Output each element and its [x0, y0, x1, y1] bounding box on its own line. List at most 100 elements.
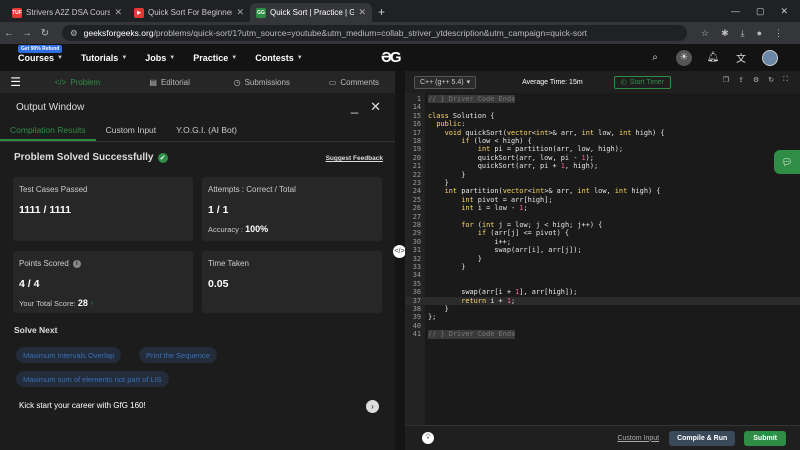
site-info-icon[interactable]: ⚙ [70, 28, 78, 39]
tab-problem[interactable]: </> Problem [31, 78, 123, 87]
tab-comments[interactable]: ▭ Comments [308, 78, 400, 87]
minimize-panel-icon[interactable]: _ [351, 99, 358, 115]
bookmark-star-icon[interactable]: ☆ [701, 28, 709, 39]
code-line[interactable]: 29 if (arr[j] <= pivot) { [405, 229, 800, 237]
browser-menu-icon[interactable]: ⋮ [774, 28, 783, 39]
line-number: 40 [412, 321, 421, 330]
downloads-icon[interactable]: ⤓ [741, 28, 745, 39]
code-line[interactable]: 41 // } Driver Code Ends [405, 330, 800, 339]
minimize-icon[interactable]: — [731, 6, 740, 16]
language-select[interactable]: C++ (g++ 5.4) ▾ [414, 75, 477, 89]
browser-tab[interactable]: TUF Strivers A2Z DSA Course/Sheet✕ [6, 3, 128, 22]
code-line[interactable]: 14 [405, 103, 800, 111]
compile-run-button[interactable]: Compile & Run [669, 430, 736, 446]
reset-icon[interactable]: ↻ [768, 76, 774, 84]
tab-compilation-results[interactable]: Compilation Results [0, 121, 96, 141]
extensions-icon[interactable]: ✱ [721, 28, 729, 39]
start-timer-button[interactable]: ◴ Start Timer [613, 75, 672, 89]
code-line[interactable]: 32 } [405, 255, 800, 263]
nav-item-courses[interactable]: Courses ▼ [18, 53, 63, 63]
line-number: 38 [412, 305, 421, 313]
close-tab-icon[interactable]: ✕ [236, 7, 244, 18]
notification-bell-icon[interactable]: 🔔︎ [706, 51, 720, 65]
code-editor[interactable]: 1 // } Driver Code Ends 14 15 class Solution… [405, 93, 800, 425]
lightbulb-icon[interactable]: 💡︎ [422, 432, 434, 444]
back-icon[interactable]: ← [0, 28, 18, 39]
nav-item-practice[interactable]: Practice ▼ [193, 53, 237, 63]
code-line[interactable]: 30 i++; [405, 238, 800, 246]
code-line[interactable]: 18 if (low < high) { [405, 137, 800, 145]
code-line[interactable]: 27 [405, 213, 800, 221]
url-field[interactable]: ⚙ geeksforgeeks.org/problems/quick-sort/… [62, 25, 687, 41]
code-line[interactable]: 34 [405, 271, 800, 279]
search-icon[interactable]: ⌕ [648, 51, 662, 65]
total-score-value: 28 [77, 298, 88, 308]
close-tab-icon[interactable]: ✕ [358, 7, 366, 18]
close-window-icon[interactable]: ✕ [780, 6, 788, 17]
suggest-feedback-link[interactable]: Suggest Feedback [326, 155, 383, 162]
suggestion-chip[interactable]: Maximum sum of elements not part of LIS [16, 371, 169, 387]
tab-submissions[interactable]: ◷ Submissions [216, 78, 308, 87]
code-line[interactable]: 23 } [405, 179, 800, 187]
profile-icon[interactable]: ● [757, 28, 762, 39]
code-line[interactable]: 17 void quickSort(vector<int>& arr, int … [405, 129, 800, 137]
code-line[interactable]: 1 // } Driver Code Ends [405, 95, 800, 104]
code-line[interactable]: 24 int partition(vector<int>& arr, int l… [405, 187, 800, 195]
code-line[interactable]: 36 swap(arr[i + 1], arr[high]); [405, 288, 800, 296]
theme-toggle-icon[interactable]: ☀ [676, 49, 692, 66]
nav-item-jobs[interactable]: Jobs ▼ [145, 53, 175, 63]
code-line[interactable]: 21 quickSort(arr, pi + 1, high); [405, 162, 800, 170]
code-line[interactable]: 16 public: [405, 120, 800, 128]
tab-custom-input[interactable]: Custom Input [96, 121, 167, 141]
code-line[interactable]: 39}; [405, 313, 800, 321]
line-number: 41 [412, 330, 421, 339]
upload-icon[interactable]: ⇪ [738, 76, 744, 84]
reload-icon[interactable]: ↻ [36, 28, 54, 39]
close-panel-icon[interactable]: ✕ [370, 99, 381, 115]
settings-gear-icon[interactable]: ⚙ [753, 76, 759, 84]
favicon-icon: GG [256, 7, 266, 18]
suggestion-chip[interactable]: Maximum Intervals Overlap [16, 347, 122, 363]
suggestion-chip[interactable]: Print the Sequence [139, 347, 217, 363]
code-line[interactable]: 31 swap(arr[i], arr[j]); [405, 246, 800, 254]
browser-tab[interactable]: ▶ Quick Sort For Beginners | Striv ✕ [128, 3, 250, 22]
hamburger-menu-icon[interactable]: ☰ [0, 75, 31, 89]
code-line[interactable]: 28 for (int j = low; j < high; j++) { [405, 221, 800, 229]
code-line[interactable]: 37 return i + 1; [405, 296, 800, 305]
maximize-icon[interactable]: ▢ [756, 6, 765, 17]
code-line[interactable]: 20 quickSort(arr, low, pi - 1); [405, 154, 800, 162]
fullscreen-icon[interactable]: ⛶ [783, 76, 788, 84]
nav-item-contests[interactable]: Contests ▼ [255, 53, 302, 63]
status-message: Problem Solved Successfully ✓ [14, 152, 168, 163]
info-icon[interactable]: i [72, 259, 81, 268]
new-tab-button[interactable]: + [378, 5, 385, 19]
tab-editorial[interactable]: ▤ Editorial [124, 78, 216, 87]
gfg-logo[interactable]: ƏG [381, 49, 402, 66]
code-line[interactable]: 38 } [405, 305, 800, 313]
forward-icon[interactable]: → [18, 28, 36, 39]
browser-tab[interactable]: GG Quick Sort | Practice | GeeksforG✕ [250, 3, 372, 22]
close-tab-icon[interactable]: ✕ [114, 7, 122, 18]
problem-tabs: ☰ </> Problem ▤ Editorial ◷ Submissions ▭ Co… [0, 71, 400, 93]
nav-item-tutorials[interactable]: Tutorials ▼ [81, 53, 127, 63]
code-line[interactable]: 40 [405, 322, 800, 330]
submit-button[interactable]: Submit [744, 430, 786, 446]
tab-yogi-bot[interactable]: Y.O.G.I. (AI Bot) [166, 121, 247, 141]
code-line[interactable]: 15 class Solution { [405, 112, 800, 120]
language-icon[interactable]: 文 [734, 51, 748, 65]
panel-divider[interactable] [395, 71, 405, 450]
line-number: 31 [412, 246, 421, 255]
line-number: 27 [412, 212, 421, 221]
code-line[interactable]: 19 int pi = partition(arr, low, high); [405, 145, 800, 153]
chat-bubble-icon[interactable]: 💬︎ [774, 150, 800, 174]
copy-icon[interactable]: ❐ [723, 76, 729, 84]
code-line[interactable]: 35 [405, 280, 800, 288]
line-number: 18 [412, 137, 421, 145]
code-line[interactable]: 26 int i = low - 1; [405, 204, 800, 212]
code-line[interactable]: 25 int pivot = arr[high]; [405, 196, 800, 204]
custom-input-link[interactable]: Custom Input [617, 435, 659, 442]
code-line[interactable]: 22 } [405, 171, 800, 179]
avatar[interactable] [762, 49, 778, 66]
chevron-right-icon[interactable]: › [366, 400, 379, 413]
code-line[interactable]: 33 } [405, 263, 800, 271]
